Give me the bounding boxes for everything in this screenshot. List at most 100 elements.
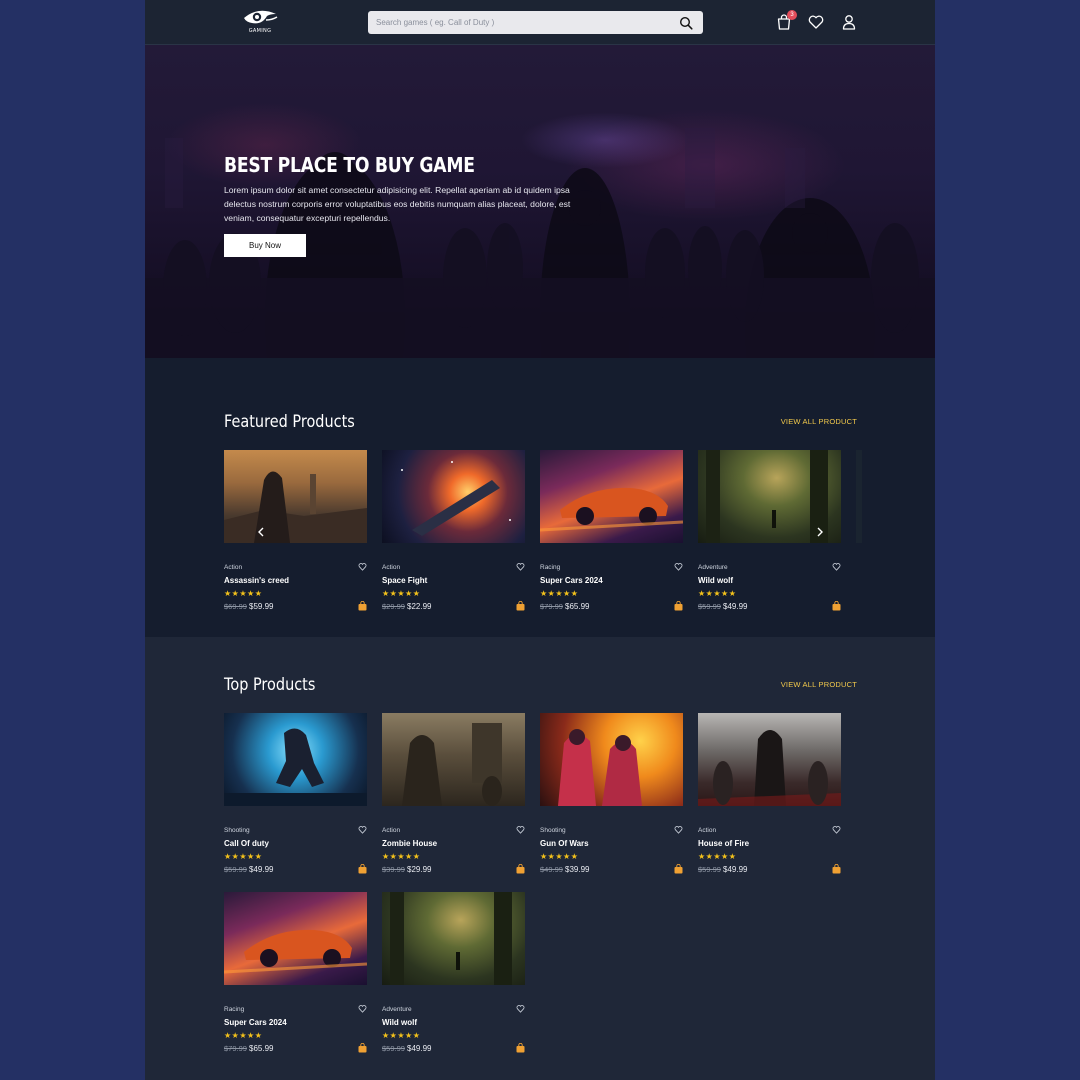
product-card[interactable]: Shooting Gun Of Wars ★★★★★ $49.99 $39.99 bbox=[540, 713, 683, 874]
product-name[interactable]: House of Fire bbox=[698, 839, 749, 848]
brand-logo[interactable]: GAMING bbox=[240, 8, 280, 36]
product-image[interactable] bbox=[382, 892, 525, 985]
star-rating: ★★★★★ bbox=[224, 852, 263, 861]
star-rating: ★★★★★ bbox=[540, 852, 579, 861]
product-name[interactable]: Gun Of Wars bbox=[540, 839, 589, 848]
sale-price: $29.99 bbox=[407, 865, 432, 874]
product-image[interactable] bbox=[224, 892, 367, 985]
top-products-section: Top Products VIEW ALL PRODUCT Shooting C… bbox=[145, 637, 935, 1080]
original-price: $59.99 bbox=[698, 602, 721, 611]
product-image[interactable] bbox=[382, 713, 525, 806]
heart-icon[interactable] bbox=[358, 825, 367, 834]
search-bar bbox=[368, 11, 703, 34]
product-category: Action bbox=[382, 827, 401, 834]
product-name[interactable]: Super Cars 2024 bbox=[540, 576, 603, 585]
account-button[interactable] bbox=[840, 13, 858, 31]
shopping-bag-icon[interactable] bbox=[516, 1043, 525, 1053]
view-all-link[interactable]: VIEW ALL PRODUCT bbox=[781, 680, 857, 689]
product-card[interactable]: Racing Super Cars 2024 ★★★★★ $79.99 $65.… bbox=[224, 892, 367, 1053]
original-price: $79.99 bbox=[540, 602, 563, 611]
chevron-left-icon[interactable] bbox=[255, 526, 267, 538]
product-image[interactable] bbox=[540, 450, 683, 543]
product-name[interactable]: Zombie House bbox=[382, 839, 437, 848]
eye-logo-icon bbox=[244, 10, 278, 24]
heart-icon[interactable] bbox=[358, 1004, 367, 1013]
cart-button[interactable]: 3 bbox=[775, 10, 797, 31]
original-price: $69.99 bbox=[224, 602, 247, 611]
product-name[interactable]: Wild wolf bbox=[382, 1018, 417, 1027]
heart-icon[interactable] bbox=[832, 562, 841, 571]
cart-count-badge: 3 bbox=[787, 10, 797, 20]
sale-price: $39.99 bbox=[565, 865, 590, 874]
shopping-bag-icon[interactable] bbox=[516, 864, 525, 874]
search-icon[interactable] bbox=[679, 16, 693, 30]
product-name[interactable]: Wild wolf bbox=[698, 576, 733, 585]
sale-price: $65.99 bbox=[249, 1044, 274, 1053]
product-artwork bbox=[224, 728, 367, 806]
product-category: Shooting bbox=[540, 827, 566, 834]
shopping-bag-icon[interactable] bbox=[358, 864, 367, 874]
search-input[interactable] bbox=[368, 11, 703, 34]
original-price: $79.99 bbox=[224, 1044, 247, 1053]
hero-description: Lorem ipsum dolor sit amet consectetur a… bbox=[224, 185, 571, 223]
shopping-bag-icon[interactable] bbox=[358, 601, 367, 611]
product-artwork bbox=[540, 487, 683, 532]
product-image bbox=[856, 450, 862, 543]
shopping-bag-icon[interactable] bbox=[832, 864, 841, 874]
product-image[interactable] bbox=[224, 450, 367, 543]
product-card[interactable]: Adventure Wild wolf ★★★★★ $59.99 $49.99 bbox=[382, 892, 525, 1053]
buy-now-button[interactable]: Buy Now bbox=[224, 234, 306, 257]
original-price: $59.99 bbox=[382, 1044, 405, 1053]
original-price: $39.99 bbox=[382, 865, 405, 874]
hero-banner: BEST PLACE TO BUY GAME Lorem ipsum dolor… bbox=[145, 45, 935, 358]
product-card[interactable]: Shooting Call Of duty ★★★★★ $59.99 $49.9… bbox=[224, 713, 367, 874]
product-name[interactable]: Space Fight bbox=[382, 576, 427, 585]
shopping-bag-icon[interactable] bbox=[358, 1043, 367, 1053]
heart-icon[interactable] bbox=[516, 1004, 525, 1013]
user-icon bbox=[842, 15, 856, 30]
product-name[interactable]: Super Cars 2024 bbox=[224, 1018, 287, 1027]
product-name[interactable]: Call Of duty bbox=[224, 839, 269, 848]
heart-icon[interactable] bbox=[674, 562, 683, 571]
heart-icon[interactable] bbox=[358, 562, 367, 571]
product-card[interactable]: Action Space Fight ★★★★★ $29.99 $22.99 bbox=[382, 450, 525, 611]
view-all-link[interactable]: VIEW ALL PRODUCT bbox=[781, 417, 857, 426]
shopping-bag-icon[interactable] bbox=[674, 601, 683, 611]
product-category: Action bbox=[382, 564, 401, 571]
shopping-bag-icon[interactable] bbox=[516, 601, 525, 611]
product-artwork bbox=[558, 729, 642, 806]
chevron-right-icon[interactable] bbox=[814, 526, 826, 538]
product-image[interactable] bbox=[382, 450, 525, 543]
original-price: $49.99 bbox=[540, 865, 563, 874]
shopping-bag-icon[interactable] bbox=[674, 864, 683, 874]
star-rating: ★★★★★ bbox=[382, 1031, 421, 1040]
product-card[interactable]: Action Zombie House ★★★★★ $39.99 $29.99 bbox=[382, 713, 525, 874]
shopping-bag-icon[interactable] bbox=[832, 601, 841, 611]
star-rating: ★★★★★ bbox=[698, 852, 737, 861]
hero-title: BEST PLACE TO BUY GAME bbox=[224, 153, 475, 177]
product-category: Adventure bbox=[382, 1006, 412, 1013]
product-image[interactable] bbox=[540, 713, 683, 806]
product-artwork bbox=[401, 461, 511, 536]
heart-icon[interactable] bbox=[832, 825, 841, 834]
logo-text: GAMING bbox=[248, 28, 272, 34]
original-price: $59.99 bbox=[224, 865, 247, 874]
product-card[interactable]: Action House of Fire ★★★★★ $59.99 $49.99 bbox=[698, 713, 841, 874]
product-category: Action bbox=[224, 564, 243, 571]
product-card-partial bbox=[856, 450, 862, 543]
product-artwork bbox=[224, 471, 367, 543]
product-card[interactable]: Racing Super Cars 2024 ★★★★★ $79.99 $65.… bbox=[540, 450, 683, 611]
product-name[interactable]: Assassin's creed bbox=[224, 576, 289, 585]
product-image[interactable] bbox=[698, 713, 841, 806]
product-image[interactable] bbox=[224, 713, 367, 806]
wishlist-button[interactable] bbox=[807, 13, 825, 31]
sale-price: $59.99 bbox=[249, 602, 274, 611]
star-rating: ★★★★★ bbox=[224, 1031, 263, 1040]
heart-icon[interactable] bbox=[516, 825, 525, 834]
heart-icon[interactable] bbox=[674, 825, 683, 834]
star-rating: ★★★★★ bbox=[382, 589, 421, 598]
product-card[interactable]: Action Assassin's creed ★★★★★ $69.99 $59… bbox=[224, 450, 367, 611]
star-rating: ★★★★★ bbox=[540, 589, 579, 598]
heart-icon[interactable] bbox=[516, 562, 525, 571]
product-artwork bbox=[224, 929, 367, 974]
